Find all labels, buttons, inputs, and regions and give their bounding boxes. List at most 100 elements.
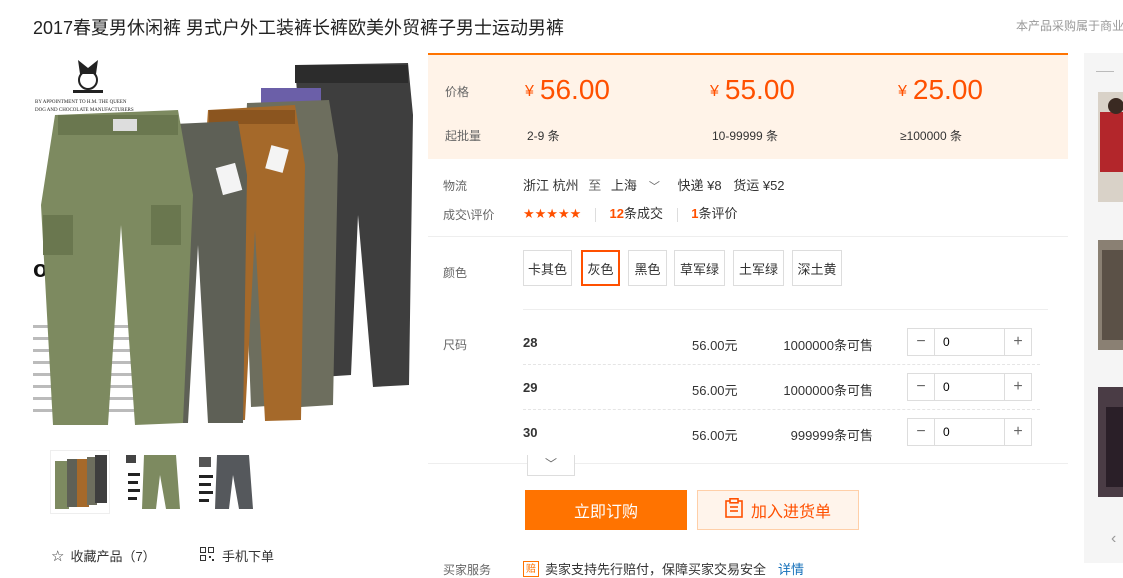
size-stock: 1000000条可售 xyxy=(783,338,873,353)
quantity-stepper: − + xyxy=(907,328,1032,356)
chevron-left-icon[interactable]: ‹ xyxy=(1111,530,1116,548)
crest-line-1: BY APPOINTMENT TO H.M. THE QUEEN xyxy=(35,100,127,105)
service-info: 赔 卖家支持先行赔付，保障买家交易安全 详情 xyxy=(523,559,804,578)
recommended-item-1[interactable] xyxy=(1098,92,1123,202)
price-tier-2: ¥55.00 xyxy=(710,74,795,106)
range-tier-1: 2-9 条 xyxy=(527,129,560,143)
minus-icon[interactable]: − xyxy=(908,419,934,445)
quantity-input[interactable] xyxy=(934,374,1005,400)
size-price: 56.00元 xyxy=(692,428,738,443)
ship-from: 浙江 杭州 xyxy=(523,178,579,193)
color-option-gray[interactable]: 灰色 xyxy=(581,250,620,286)
mobile-order-label: 手机下单 xyxy=(222,549,275,564)
divider xyxy=(676,207,678,222)
price-tier-3: ¥25.00 xyxy=(898,74,983,106)
thumbnail-2-image xyxy=(126,455,180,509)
ship-to-value: 上海 xyxy=(610,178,637,193)
recommendation-rail: ‹ xyxy=(1084,53,1123,563)
chevron-down-icon: ﹀ xyxy=(544,457,557,471)
size-stock: 1000000条可售 xyxy=(783,383,873,398)
price-tier-1: ¥56.00 xyxy=(525,74,610,106)
size-row-30: 30 56.00元 999999条可售 − + xyxy=(428,411,1068,455)
color-option-dark-earth-yellow[interactable]: 深土黄 xyxy=(792,250,842,286)
favorite-product[interactable]: ☆ 收藏产品（7） xyxy=(51,546,156,565)
price-box: 价格 起批量 ¥56.00 2-9 条 ¥55.00 10-99999 条 ¥2… xyxy=(428,53,1068,159)
recommended-item-2[interactable] xyxy=(1098,240,1123,350)
quantity-input[interactable] xyxy=(934,329,1005,355)
service-text: 卖家支持先行赔付，保障买家交易安全 xyxy=(545,562,767,577)
add-to-cart-label: 加入进货单 xyxy=(750,504,831,521)
chevron-down-icon: ﹀ xyxy=(648,181,660,193)
to-word: 至 xyxy=(588,178,602,193)
review-suffix: 条评价 xyxy=(698,206,738,221)
size-row-28: 28 56.00元 1000000条可售 − + xyxy=(428,321,1068,365)
deal-count: 12 xyxy=(609,206,624,221)
thumbnail-1-image xyxy=(55,455,107,509)
size-name: 29 xyxy=(523,380,538,395)
currency-symbol: ¥ xyxy=(525,83,534,100)
size-stock: 999999条可售 xyxy=(790,428,873,443)
star-outline-icon: ☆ xyxy=(51,547,65,565)
color-option-khaki[interactable]: 卡其色 xyxy=(523,250,572,286)
divider xyxy=(594,207,596,222)
currency-symbol: ¥ xyxy=(898,83,907,100)
mobile-order[interactable]: 手机下单 xyxy=(200,546,274,565)
recommended-item-2-image xyxy=(1098,240,1123,350)
divider xyxy=(523,309,1048,310)
thumbnail-3-image xyxy=(199,455,253,509)
compensation-badge-icon: 赔 xyxy=(523,560,539,577)
freight-fee: 货运 ¥52 xyxy=(733,178,785,193)
color-label: 颜色 xyxy=(443,266,468,280)
thumbnail-strip xyxy=(50,450,256,514)
minus-icon[interactable]: − xyxy=(908,374,934,400)
recommended-item-3[interactable] xyxy=(1098,387,1123,497)
price-value: 56.00 xyxy=(539,74,610,105)
crest-line-2: DOG AND CHOCOLATE MANUFACTURERS xyxy=(35,108,134,113)
range-tier-2: 10-99999 条 xyxy=(712,129,779,143)
ship-to-select[interactable]: 上海 ﹀ xyxy=(611,178,660,193)
deals-info: ★★★★★ 12条成交 1条评价 xyxy=(523,203,738,222)
expand-sizes-button[interactable]: ﹀ xyxy=(527,455,575,476)
main-product-image[interactable]: BY APPOINTMENT TO H.M. THE QUEEN DOG AND… xyxy=(33,55,413,427)
minus-icon[interactable]: − xyxy=(908,329,934,355)
recommended-item-3-image xyxy=(1098,387,1123,497)
thumbnail-3[interactable] xyxy=(196,450,256,514)
review-count-link[interactable]: 1条评价 xyxy=(691,206,737,221)
deal-count-link[interactable]: 12条成交 xyxy=(610,206,663,221)
rating-stars: ★★★★★ xyxy=(523,206,582,221)
plus-icon[interactable]: + xyxy=(1005,329,1031,355)
plus-icon[interactable]: + xyxy=(1005,374,1031,400)
price-value: 55.00 xyxy=(724,74,795,105)
moq-label: 起批量 xyxy=(445,129,482,143)
service-detail-link[interactable]: 详情 xyxy=(778,559,804,578)
price-value: 25.00 xyxy=(912,74,983,105)
service-label: 买家服务 xyxy=(443,563,492,577)
divider xyxy=(428,463,1068,464)
plus-icon[interactable]: + xyxy=(1005,419,1031,445)
currency-symbol: ¥ xyxy=(710,83,719,100)
divider xyxy=(1096,71,1114,72)
divider xyxy=(428,236,1068,237)
logistics-label: 物流 xyxy=(443,179,468,193)
qr-code-icon xyxy=(200,547,214,564)
divider xyxy=(523,364,1040,365)
add-to-cart-button[interactable]: 加入进货单 xyxy=(697,490,859,530)
order-now-button[interactable]: 立即订购 xyxy=(525,490,687,530)
recommended-item-1-image xyxy=(1098,92,1123,202)
quantity-input[interactable] xyxy=(934,419,1005,445)
color-option-grass-green[interactable]: 草军绿 xyxy=(674,250,725,286)
divider xyxy=(523,409,1040,410)
quantity-stepper: − + xyxy=(907,373,1032,401)
express-fee: 快递 ¥8 xyxy=(677,178,722,193)
thumbnail-1[interactable] xyxy=(50,450,110,514)
procurement-notice: 本产品采购属于商业 xyxy=(1016,19,1123,33)
color-option-earth-green[interactable]: 土军绿 xyxy=(733,250,784,286)
size-price: 56.00元 xyxy=(692,383,738,398)
thumbnail-2[interactable] xyxy=(123,450,183,514)
size-name: 30 xyxy=(523,425,538,440)
favorite-label: 收藏产品（7） xyxy=(70,549,156,564)
product-title: 2017春夏男休闲裤 男式户外工装裤长裤欧美外贸裤子男士运动男裤 xyxy=(33,18,565,38)
quantity-stepper: − + xyxy=(907,418,1032,446)
color-option-black[interactable]: 黑色 xyxy=(628,250,667,286)
size-price: 56.00元 xyxy=(692,338,738,353)
